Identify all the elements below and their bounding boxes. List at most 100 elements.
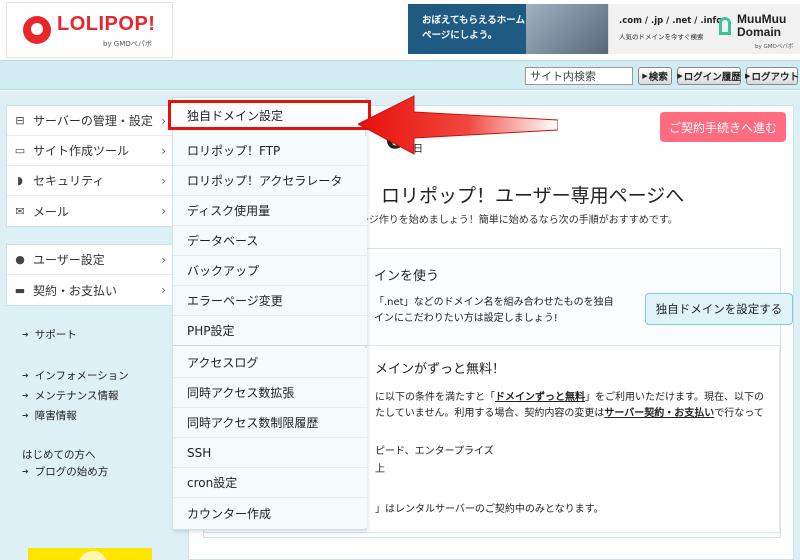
card-icon: ▬ xyxy=(14,283,26,297)
header: LOLIPOP! by GMOペパボ おぼえてもらえるホームページにしよう。 .… xyxy=(0,0,800,60)
chevron-right-icon: › xyxy=(161,252,166,267)
arrow-right-icon: ▶ xyxy=(642,72,648,80)
muumuu-logo-icon xyxy=(719,17,731,35)
menu-item-cron[interactable]: cron設定 xyxy=(173,468,367,498)
arrow-right-icon: ➔ xyxy=(22,410,29,420)
sidebar-item-label: ユーザー設定 xyxy=(33,253,105,267)
lolipop-logo[interactable]: LOLIPOP! by GMOペパボ xyxy=(6,2,173,58)
menu-item-database[interactable]: データベース xyxy=(173,226,367,256)
arrow-right-icon: ▶ xyxy=(745,72,751,80)
user-icon: ● xyxy=(15,253,25,266)
welcome-title: ロリポップ！ユーザー専用ページへ xyxy=(381,185,685,207)
logout-label: ログアウト xyxy=(751,72,799,83)
sidebar-item-label: サーバーの管理・設定 xyxy=(33,114,153,128)
arrow-right-icon: ➔ xyxy=(22,370,29,380)
contract-button[interactable]: ご契約手続きへ進む xyxy=(660,112,786,142)
banner-sub: 人気のドメインを今すぐ検索 xyxy=(619,33,704,41)
sidebar-item-label: サイト作成ツール xyxy=(33,144,130,158)
free-domain-text: に以下の条件を満たすと「ドメインずっと無料」をご利用いただけます。現在、以下の xyxy=(375,388,764,403)
blog-guide-link[interactable]: ➔ ブログの始め方 xyxy=(22,463,108,480)
outage-link[interactable]: ➔ 障害情報 xyxy=(22,405,129,425)
free-text-part: 」をご利用いただけます。現在、以下の xyxy=(585,392,764,403)
server-settings-dropdown: 独自ドメイン設定 ロリポップ！FTP ロリポップ！アクセラレータ ディスク使用量… xyxy=(168,97,371,530)
login-history-label: ログイン履歴 xyxy=(683,72,741,83)
beginner-head: はじめての方へ xyxy=(22,449,96,461)
site-search-input[interactable] xyxy=(525,67,633,85)
sidebar-item-server-settings[interactable]: ⊟ サーバーの管理・設定 › xyxy=(7,106,172,136)
banner-tlds: .com / .jp / .net / .info xyxy=(619,16,723,26)
sidebar-item-mail[interactable]: ✉ メール › xyxy=(7,196,172,226)
menu-item-ftp[interactable]: ロリポップ！FTP xyxy=(173,136,367,166)
server-icon: ⊟ xyxy=(15,114,25,127)
menu-item-access-log[interactable]: アクセスログ xyxy=(173,348,367,378)
sidebar-item-security[interactable]: ◗ セキュリティ › xyxy=(7,166,172,196)
sidebar-item-user-settings[interactable]: ● ユーザー設定 › xyxy=(7,245,172,275)
shield-icon: ◗ xyxy=(17,174,23,187)
sidebar-item-site-tools[interactable]: ▭ サイト作成ツール › xyxy=(7,136,172,166)
support-links: ➔ サポート xyxy=(22,324,77,344)
set-domain-button[interactable]: 独自ドメインを設定する xyxy=(645,293,793,325)
sidebar-item-label: セキュリティ xyxy=(33,174,105,188)
muumuu-brand: MuuMuu Domain xyxy=(737,12,787,39)
homepage-banner-text: おぼえてもらえるホームページにしよう。 xyxy=(422,15,525,41)
menu-item-custom-domain[interactable]: 独自ドメイン設定 xyxy=(168,100,371,130)
maintenance-link[interactable]: ➔ メンテナンス情報 xyxy=(22,385,129,405)
utility-bar: ▶検索 ▶ログイン履歴 ▶ログアウト xyxy=(0,60,800,90)
free-domain-link[interactable]: ドメインずっと無料 xyxy=(495,392,585,403)
menu-item-access-limit-history[interactable]: 同時アクセス数制限履歴 xyxy=(173,408,367,438)
login-history-button[interactable]: ▶ ログイン履歴 xyxy=(677,67,741,85)
menu-item-accelerator[interactable]: ロリポップ！アクセラレータ xyxy=(173,166,367,196)
arrow-right-icon: ➔ xyxy=(22,329,29,339)
free-text-part: たしていません。利用する場合、契約内容の変更は xyxy=(375,408,605,419)
chevron-right-icon: › xyxy=(161,143,166,158)
support-link[interactable]: ➔ サポート xyxy=(22,324,77,344)
menu-item-concurrent-access[interactable]: 同時アクセス数拡張 xyxy=(173,378,367,408)
menu-item-error-page[interactable]: エラーページ変更 xyxy=(173,286,367,316)
promo-banner[interactable] xyxy=(28,548,152,560)
server-nav-group: ⊟ サーバーの管理・設定 › ▭ サイト作成ツール › ◗ セキュリティ › ✉… xyxy=(6,105,173,227)
sidebar-item-label: メール xyxy=(33,204,70,219)
welcome-subtitle: ージ作りを始めましょう！簡単に始めるなら次の手順がおすすめです。 xyxy=(359,215,678,226)
chevron-right-icon: › xyxy=(161,204,166,218)
info-links: ➔ インフォメーション ➔ メンテナンス情報 ➔ 障害情報 xyxy=(22,365,129,425)
menu-item-counter[interactable]: カウンター作成 xyxy=(173,498,367,528)
contract-payment-link[interactable]: サーバー契約・お支払い xyxy=(604,408,714,419)
logout-button[interactable]: ▶ ログアウト xyxy=(745,67,799,85)
sidebar: ⊟ サーバーの管理・設定 › ▭ サイト作成ツール › ◗ セキュリティ › ✉… xyxy=(0,91,174,560)
blog-guide-link-label: ブログの始め方 xyxy=(34,466,109,478)
logo-sub: by GMOペパボ xyxy=(103,40,152,48)
remaining-days: 6 xyxy=(385,122,405,155)
muumuu-by: by GMOペパボ xyxy=(755,44,794,50)
support-link-label: サポート xyxy=(34,328,77,341)
logo-text: LOLIPOP! xyxy=(57,13,156,35)
information-link[interactable]: ➔ インフォメーション xyxy=(22,365,129,385)
beginner-section: はじめての方へ ➔ ブログの始め方 xyxy=(22,446,108,480)
banner-photo xyxy=(526,4,608,54)
muumuu-banner[interactable]: .com / .jp / .net / .info 人気のドメインを今すぐ検索 … xyxy=(608,4,800,54)
menu-item-backup[interactable]: バックアップ xyxy=(173,256,367,286)
laptop-icon: ▭ xyxy=(14,144,26,157)
free-domain-title: メインがずっと無料！ xyxy=(375,362,506,377)
search-button[interactable]: ▶ 検索 xyxy=(638,67,672,85)
account-nav-group: ● ユーザー設定 › ▬ 契約・お支払い › xyxy=(6,244,173,306)
homepage-banner[interactable]: おぼえてもらえるホームページにしよう。 xyxy=(408,4,608,54)
free-domain-text: たしていません。利用する場合、契約内容の変更はサーバー契約・お支払いで行なって xyxy=(375,404,764,419)
domain-card-desc: 「.net」などのドメイン名を組み合わせたものを独自 xyxy=(374,297,614,308)
mail-icon: ✉ xyxy=(15,204,25,218)
chevron-right-icon: › xyxy=(161,173,166,188)
free-text-part: で行なって xyxy=(714,408,764,419)
plan-condition: 上 xyxy=(375,464,385,475)
menu-item-ssh[interactable]: SSH xyxy=(173,438,367,468)
free-text-part: に以下の条件を満たすと「 xyxy=(375,392,495,403)
arrow-right-icon: ➔ xyxy=(22,467,29,476)
free-domain-note: 」はレンタルサーバーのご契約中のみとなります。 xyxy=(375,504,604,515)
arrow-right-icon: ➔ xyxy=(22,390,29,400)
menu-item-php-settings[interactable]: PHP設定 xyxy=(173,316,367,346)
search-button-label: 検索 xyxy=(648,72,668,83)
sidebar-item-contract-payment[interactable]: ▬ 契約・お支払い › xyxy=(7,275,172,305)
chevron-right-icon: › xyxy=(161,113,166,128)
sidebar-item-label: 契約・お支払い xyxy=(33,283,118,298)
outage-link-label: 障害情報 xyxy=(34,409,77,422)
menu-item-disk-usage[interactable]: ディスク使用量 xyxy=(173,196,367,226)
maintenance-link-label: メンテナンス情報 xyxy=(34,389,119,402)
